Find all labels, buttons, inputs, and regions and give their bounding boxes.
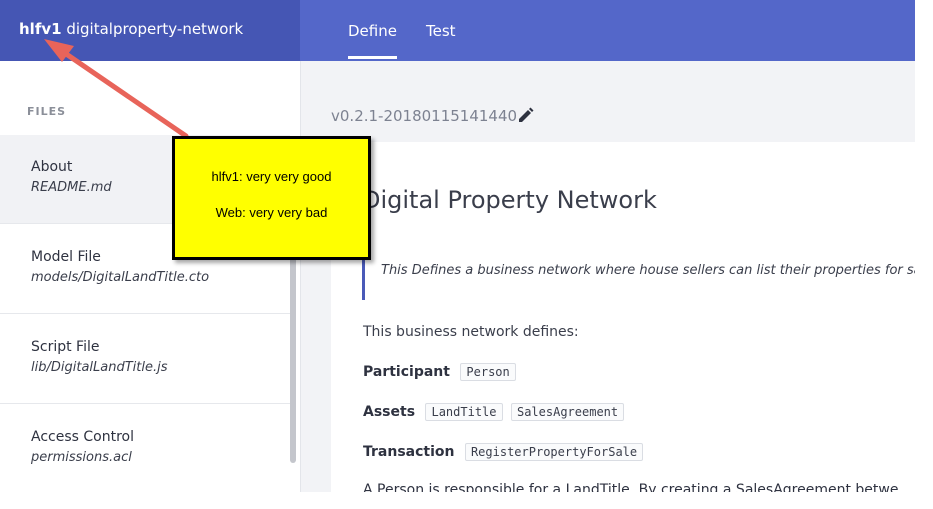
torn-edge-bottom	[0, 492, 933, 509]
torn-edge-right	[915, 0, 933, 509]
annotation-line-1: hlfv1: very very good	[211, 169, 332, 184]
annotation-line-2: Web: very very bad	[215, 205, 328, 220]
annotation-arrow	[44, 39, 189, 139]
annotation-note: hlfv1: very very good Web: very very bad	[172, 136, 371, 260]
